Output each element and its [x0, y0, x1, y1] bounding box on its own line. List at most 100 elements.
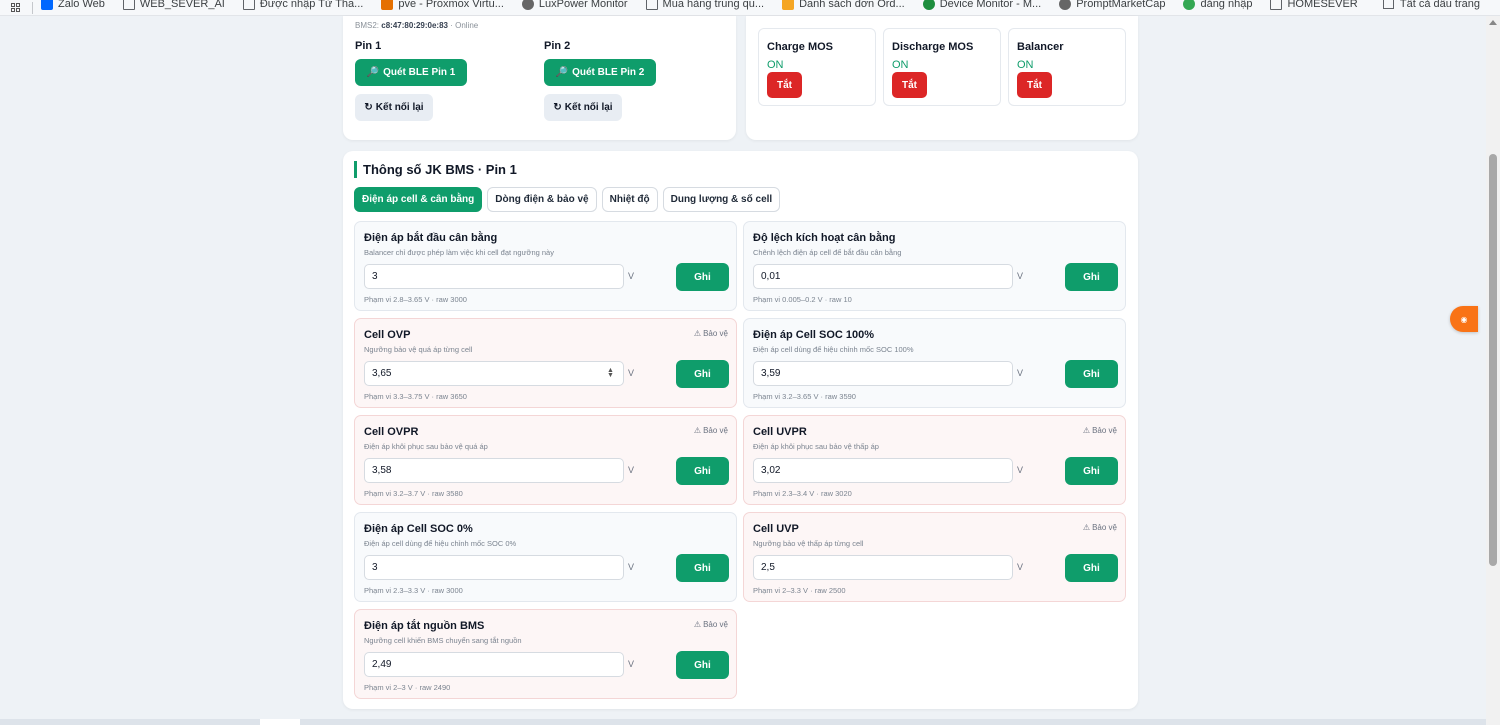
tab-capacity-cells[interactable]: Dung lượng & số cell: [662, 187, 781, 212]
param-description: Điện áp khôi phục sau bảo vệ quá áp: [364, 442, 488, 451]
balancer-state: ON: [1017, 59, 1034, 71]
bookmark-label: WEB_SEVER_AI: [139, 0, 225, 10]
discharge-mos-title: Discharge MOS: [892, 41, 974, 53]
bookmark-item[interactable]: Được nhập Từ Tha...: [242, 0, 364, 10]
param-value-input[interactable]: [364, 652, 624, 677]
bookmark-item[interactable]: Zalo Web: [41, 0, 105, 10]
bottom-strip: [0, 719, 1486, 725]
write-param-button[interactable]: Ghi: [676, 554, 729, 582]
protection-badge-label: Bảo vệ: [1092, 523, 1117, 532]
write-param-button[interactable]: Ghi: [1065, 457, 1118, 485]
spinner-arrows-icon[interactable]: ▲ ▼: [607, 367, 614, 379]
pin-1-column: Pin 1 🔎 Quét BLE Pin 1 ↻ Kết nối lại: [355, 40, 467, 121]
param-value-input[interactable]: [364, 361, 624, 386]
param-value-input[interactable]: [364, 264, 624, 289]
connection-card: BMS2: c8:47:80:29:0e:83 · Online Pin 1 🔎…: [343, 16, 736, 140]
protection-badge-label: Bảo vệ: [703, 426, 728, 435]
bookmark-item[interactable]: Mua hàng trung qu...: [645, 0, 764, 10]
param-range: Phạm vi 3.2–3.65 V · raw 3590: [753, 392, 856, 401]
scroll-thumb[interactable]: [1489, 154, 1497, 566]
reconnect-pin-2-button[interactable]: ↻ Kết nối lại: [544, 94, 622, 121]
protection-badge: ⚠ Bảo vệ: [694, 329, 728, 338]
pin-2-title: Pin 2: [544, 40, 571, 52]
write-param-button[interactable]: Ghi: [676, 360, 729, 388]
write-param-button[interactable]: Ghi: [1065, 360, 1118, 388]
discharge-mos-off-button[interactable]: Tắt: [892, 72, 927, 98]
balancer-title: Balancer: [1017, 41, 1064, 53]
param-card: Điện áp tắt nguồn BMS Ngưỡng cell khiến B…: [354, 609, 737, 699]
param-range: Phạm vi 0.005–0.2 V · raw 10: [753, 295, 852, 304]
scan-ble-pin-1-button[interactable]: 🔎 Quét BLE Pin 1: [355, 59, 467, 86]
scroll-up-arrow-icon[interactable]: [1489, 20, 1497, 25]
param-value-input[interactable]: [753, 361, 1013, 386]
floating-widget-icon[interactable]: ◉: [1450, 306, 1478, 332]
write-param-button[interactable]: Ghi: [676, 457, 729, 485]
param-description: Ngưỡng cell khiến BMS chuyển sang tắt ng…: [364, 636, 522, 645]
param-card: Độ lệch kích hoạt cân bằng Chênh lệch điệ…: [743, 221, 1126, 311]
protection-badge: ⚠ Bảo vệ: [694, 620, 728, 629]
param-card: Điện áp Cell SOC 100% Điện áp cell dùng đ…: [743, 318, 1126, 408]
search-icon: 🔎: [366, 67, 380, 78]
apps-grid-icon[interactable]: [4, 0, 26, 15]
param-value-input[interactable]: [364, 555, 624, 580]
discharge-mos-box: Discharge MOS ON Tắt: [883, 28, 1001, 106]
bookmark-label: Được nhập Từ Tha...: [259, 0, 364, 10]
folder-icon: [242, 0, 255, 10]
warning-icon: ⚠: [1082, 523, 1091, 532]
param-range: Phạm vi 2.3–3.4 V · raw 3020: [753, 489, 852, 498]
param-value-input[interactable]: [364, 458, 624, 483]
page-scrollbar[interactable]: [1486, 16, 1500, 725]
balancer-off-button[interactable]: Tắt: [1017, 72, 1052, 98]
bookmark-label: pve - Proxmox Virtu...: [398, 0, 504, 10]
param-description: Balancer chỉ được phép làm việc khi cell…: [364, 248, 554, 257]
param-title: Điện áp bắt đầu cân bằng: [364, 232, 498, 244]
bookmark-label: đăng nhập: [1200, 0, 1253, 10]
reconnect-pin-1-label: Kết nối lại: [375, 102, 424, 113]
folder-icon: [1382, 0, 1394, 9]
tab-temperature[interactable]: Nhiệt độ: [601, 187, 658, 212]
param-title: Cell OVPR: [364, 426, 419, 438]
bms2-status-line: BMS2: c8:47:80:29:0e:83 · Online: [355, 21, 478, 30]
bms2-online-status: · Online: [450, 21, 479, 30]
tab-cell-voltage-balance[interactable]: Điện áp cell & cân bằng: [354, 187, 483, 212]
param-value-input[interactable]: [753, 458, 1013, 483]
write-param-button[interactable]: Ghi: [676, 263, 729, 291]
reconnect-pin-1-button[interactable]: ↻ Kết nối lại: [355, 94, 433, 121]
param-description: Điện áp cell dùng để hiệu chỉnh mốc SOC …: [753, 345, 914, 354]
bms2-label: BMS2:: [355, 21, 380, 30]
param-card: Điện áp Cell SOC 0% Điện áp cell dùng để …: [354, 512, 737, 602]
bookmark-item[interactable]: Device Monitor - M...: [922, 0, 1041, 10]
scan-ble-pin-2-label: Quét BLE Pin 2: [572, 67, 645, 78]
write-param-button[interactable]: Ghi: [676, 651, 729, 679]
scan-ble-pin-2-button[interactable]: 🔎 Quét BLE Pin 2: [544, 59, 656, 86]
sheets-icon: [922, 0, 935, 10]
bookmark-item[interactable]: đăng nhập: [1183, 0, 1252, 10]
param-range: Phạm vi 3.3–3.75 V · raw 3650: [364, 392, 467, 401]
all-bookmarks-link[interactable]: Tất cả dấu trang: [1382, 0, 1480, 12]
bookmark-item[interactable]: LuxPower Monitor: [521, 0, 628, 10]
param-title: Cell OVP: [364, 329, 411, 341]
bookmark-item[interactable]: WEB_SEVER_AI: [122, 0, 225, 10]
bookmark-item[interactable]: Danh sách đơn Ord...: [782, 0, 905, 10]
bookmarks-separator: [32, 1, 33, 14]
bookmark-item[interactable]: HOMESEVER: [1270, 0, 1358, 10]
param-unit: V: [628, 368, 635, 378]
bookmark-item[interactable]: pve - Proxmox Virtu...: [381, 0, 504, 10]
discharge-mos-state: ON: [892, 59, 909, 71]
param-value-input[interactable]: [753, 264, 1013, 289]
bottom-strip-segment: [260, 719, 300, 725]
param-value-input[interactable]: [753, 555, 1013, 580]
bms-parameters-card: Thông số JK BMS · Pin 1 Điện áp cell & c…: [343, 151, 1138, 709]
param-unit: V: [1017, 465, 1024, 475]
write-param-button[interactable]: Ghi: [1065, 263, 1118, 291]
zalo-icon: [41, 0, 53, 10]
bookmark-item[interactable]: PromptMarketCap: [1059, 0, 1165, 10]
charge-mos-off-button[interactable]: Tắt: [767, 72, 802, 98]
bookmarks-bar: Zalo Web WEB_SEVER_AI Được nhập Từ Tha... p…: [0, 0, 1500, 16]
folder-icon: [645, 0, 658, 10]
param-description: Ngưỡng bảo vệ quá áp từng cell: [364, 345, 473, 354]
tab-current-protection[interactable]: Dòng điện & bảo vệ: [487, 187, 597, 212]
param-unit: V: [628, 271, 635, 281]
write-param-button[interactable]: Ghi: [1065, 554, 1118, 582]
warning-icon: ⚠: [693, 620, 702, 629]
